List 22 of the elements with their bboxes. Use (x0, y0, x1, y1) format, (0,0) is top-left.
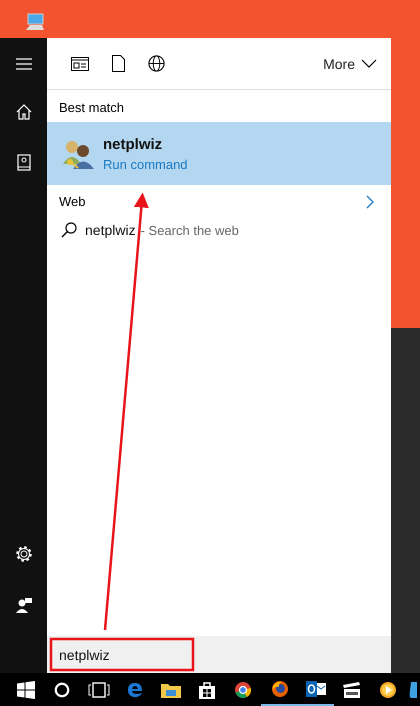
web-suggestion[interactable]: netplwiz - Search the web (47, 209, 391, 238)
computer-icon[interactable] (25, 13, 45, 31)
settings-icon[interactable] (14, 545, 32, 563)
window-icon[interactable] (71, 56, 89, 70)
search-field[interactable]: netplwiz (47, 636, 391, 673)
home-icon[interactable] (16, 104, 32, 120)
more-button[interactable]: More (323, 56, 377, 72)
suggestion-query: netplwiz (85, 222, 136, 238)
suggestion-hint: - Search the web (140, 222, 239, 238)
section-heading: Web (59, 194, 86, 209)
chevron-right-icon[interactable] (366, 194, 374, 208)
book-icon[interactable] (16, 154, 30, 171)
search-result[interactable]: netplwiz Run command (47, 122, 391, 185)
document-icon[interactable] (112, 55, 125, 72)
result-subtitle: Run command (103, 156, 188, 172)
chevron-down-icon (361, 59, 377, 68)
section-heading: Best match (58, 99, 126, 117)
person-icon[interactable] (16, 597, 32, 613)
globe-icon[interactable] (148, 55, 165, 72)
result-title: netplwiz (103, 136, 164, 152)
search-icon (61, 222, 77, 238)
menu-icon[interactable] (16, 58, 32, 70)
